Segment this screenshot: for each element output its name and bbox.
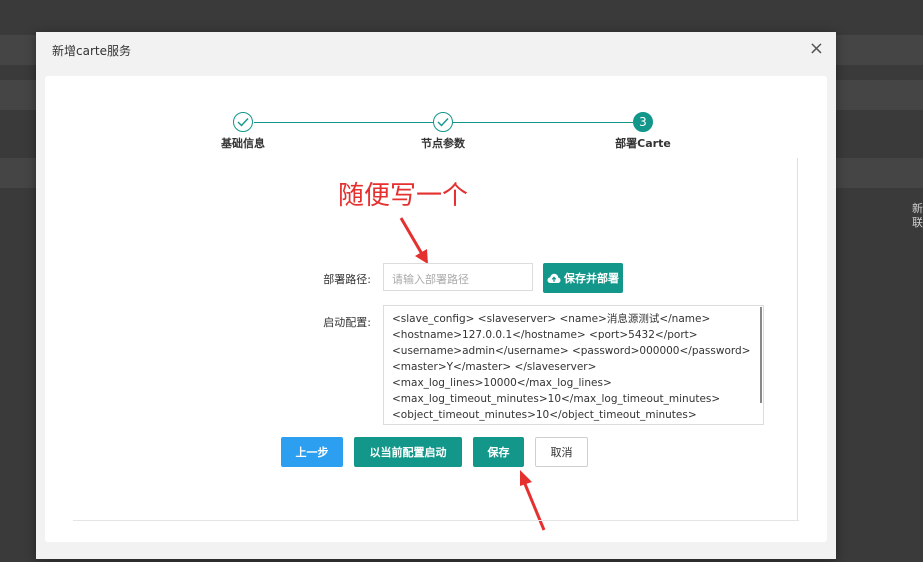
config-line: <max_log_timeout_minutes>10</max_log_tim…: [392, 393, 721, 405]
start-config-textarea[interactable]: <slave_config> <slaveserver> <name>消息源测试…: [383, 305, 764, 425]
annotation-arrow-icon: [399, 217, 428, 264]
start-config-label: 启动配置:: [323, 316, 371, 329]
step-label: 基础信息: [221, 137, 265, 150]
deploy-path-input[interactable]: 请输入部署路径: [383, 263, 533, 291]
config-line: <slave_config> <slaveserver> <name>消息源测试…: [392, 313, 711, 325]
config-line: <max_log_lines>10000</max_log_lines>: [392, 377, 612, 389]
prev-step-button[interactable]: 上一步: [281, 437, 343, 467]
check-icon: [233, 112, 253, 132]
config-line: <master>Y</master> </slaveserver>: [392, 361, 597, 373]
dialog-panel: 基础信息 节点参数 3 部署Carte 随便写一个 部署路径: 请输入部署路径 …: [45, 76, 827, 542]
step-number: 3: [633, 112, 653, 132]
panel-scrollbar[interactable]: [797, 158, 798, 520]
add-carte-dialog: 新增carte服务 × 基础信息 节点参数 3 部署Carte 随便写一个 部署…: [36, 32, 836, 559]
textarea-scrollbar[interactable]: [760, 307, 762, 403]
config-line: <hostname>127.0.0.1</hostname> <port>543…: [392, 329, 698, 341]
step-node-params: 节点参数: [403, 112, 483, 151]
step-label: 部署Carte: [615, 137, 671, 150]
save-button[interactable]: 保存: [473, 437, 524, 467]
annotation-text: 随便写一个: [338, 181, 469, 211]
step-basic-info: 基础信息: [203, 112, 283, 151]
save-and-deploy-button[interactable]: 保存并部署: [543, 263, 623, 293]
config-line: <object_timeout_minutes>10</object_timeo…: [392, 409, 697, 421]
step-deploy-carte: 3 部署Carte: [603, 112, 683, 151]
check-icon: [433, 112, 453, 132]
deploy-path-label: 部署路径:: [323, 273, 371, 286]
config-line: <username>admin</username> <password>000…: [392, 345, 751, 357]
save-and-deploy-label: 保存并部署: [564, 272, 619, 285]
footer-divider: [73, 520, 799, 521]
start-with-current-config-button[interactable]: 以当前配置启动: [354, 437, 462, 467]
dialog-title: 新增carte服务: [52, 44, 131, 58]
cloud-upload-icon: [547, 273, 561, 284]
annotation-arrow-icon: [520, 470, 546, 531]
close-icon[interactable]: ×: [809, 38, 824, 59]
step-label: 节点参数: [421, 137, 465, 150]
cancel-button[interactable]: 取消: [535, 437, 588, 467]
bg-side-text: 新 联: [912, 202, 923, 229]
